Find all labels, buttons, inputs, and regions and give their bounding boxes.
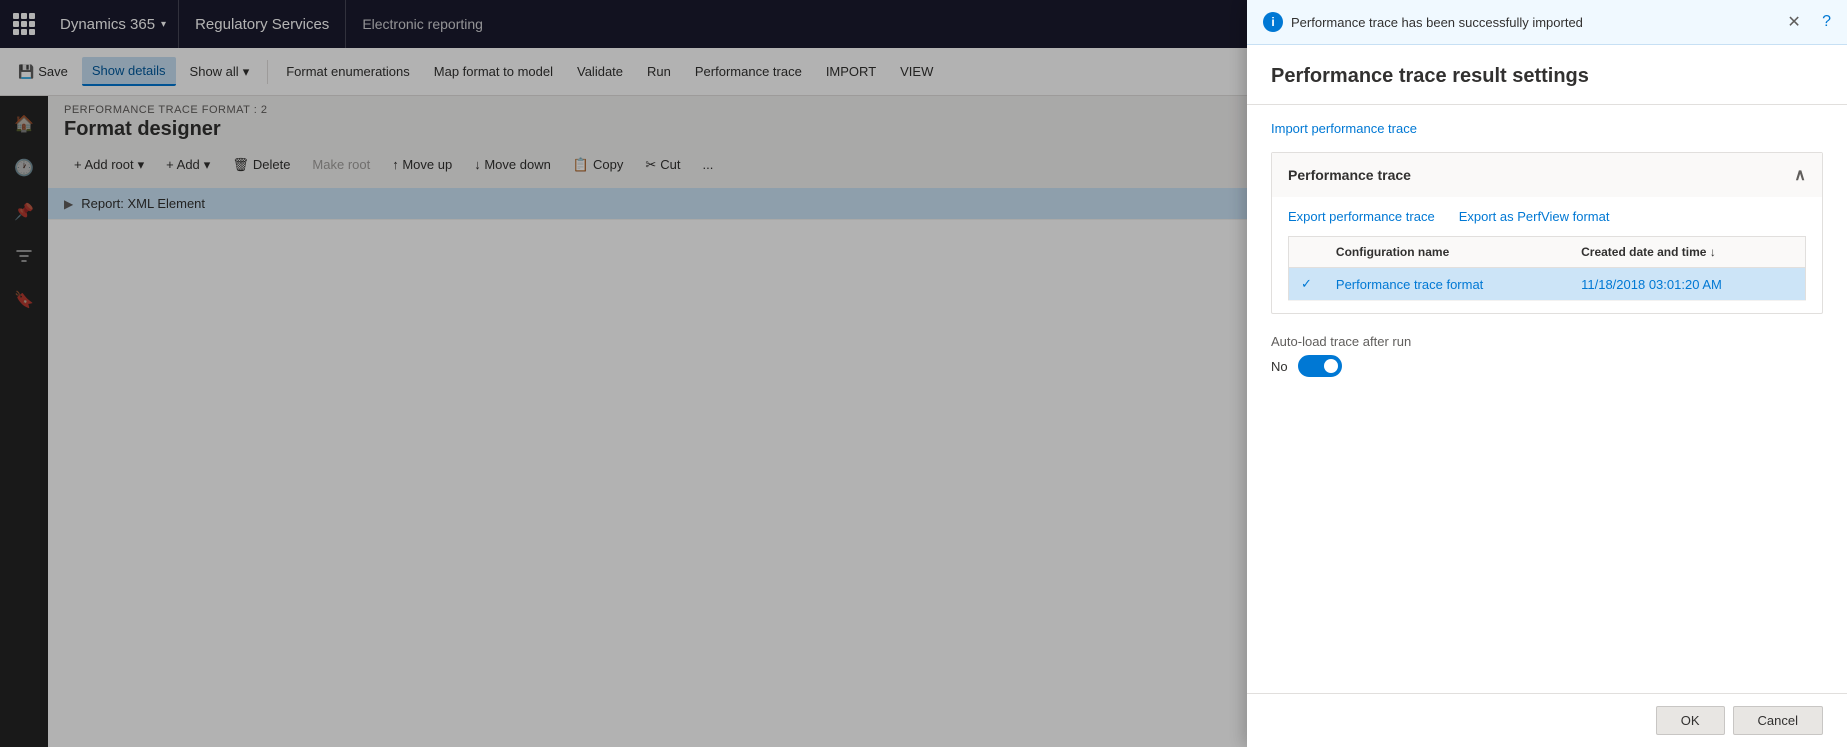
perf-section-title: Performance trace: [1288, 167, 1411, 183]
panel-title: Performance trace result settings: [1247, 45, 1847, 105]
table-header-row: Configuration name Created date and time…: [1289, 237, 1806, 268]
config-name-link[interactable]: Performance trace format: [1336, 277, 1483, 292]
auto-load-value: No: [1271, 359, 1288, 374]
config-name-header[interactable]: Configuration name: [1324, 237, 1569, 268]
panel-body: Import performance trace Performance tra…: [1247, 105, 1847, 693]
export-perfview-link[interactable]: Export as PerfView format: [1459, 209, 1610, 224]
auto-load-label: Auto-load trace after run: [1271, 334, 1823, 349]
perf-section-header[interactable]: Performance trace ∧: [1272, 153, 1822, 197]
created-date-header[interactable]: Created date and time ↓: [1569, 237, 1805, 268]
table-cell-check: ✓: [1289, 268, 1324, 301]
table-cell-created-date: 11/18/2018 03:01:20 AM: [1569, 268, 1805, 301]
panel-close-button[interactable]: ✕: [1782, 10, 1806, 34]
ok-button[interactable]: OK: [1656, 706, 1725, 735]
panel-info-bar: i Performance trace has been successfull…: [1247, 0, 1847, 45]
info-icon: i: [1263, 12, 1283, 32]
panel-info-content: i Performance trace has been successfull…: [1263, 12, 1583, 32]
sort-arrow: ↓: [1710, 245, 1716, 259]
created-date-header-label: Created date and time: [1581, 245, 1706, 259]
perf-section-body: Export performance trace Export as PerfV…: [1272, 197, 1822, 313]
table-row[interactable]: ✓ Performance trace format 11/18/2018 03…: [1289, 268, 1806, 301]
auto-load-section: Auto-load trace after run No: [1271, 334, 1823, 377]
import-performance-trace-link[interactable]: Import performance trace: [1271, 121, 1417, 136]
auto-load-toggle-knob: [1324, 359, 1338, 373]
info-message: Performance trace has been successfully …: [1291, 15, 1583, 30]
export-performance-trace-link[interactable]: Export performance trace: [1288, 209, 1435, 224]
cancel-button[interactable]: Cancel: [1733, 706, 1823, 735]
checkbox-col-header: [1289, 237, 1324, 268]
table-cell-config-name: Performance trace format: [1324, 268, 1569, 301]
panel-footer: OK Cancel: [1247, 693, 1847, 747]
perf-trace-table: Configuration name Created date and time…: [1288, 236, 1806, 301]
auto-load-toggle[interactable]: [1298, 355, 1342, 377]
collapse-icon: ∧: [1794, 165, 1806, 185]
config-name-header-label: Configuration name: [1336, 245, 1449, 259]
help-icon[interactable]: ?: [1822, 13, 1831, 31]
performance-trace-section: Performance trace ∧ Export performance t…: [1271, 152, 1823, 314]
auto-load-row: No: [1271, 355, 1823, 377]
perf-links: Export performance trace Export as PerfV…: [1288, 209, 1806, 224]
side-panel: i Performance trace has been successfull…: [1247, 0, 1847, 747]
